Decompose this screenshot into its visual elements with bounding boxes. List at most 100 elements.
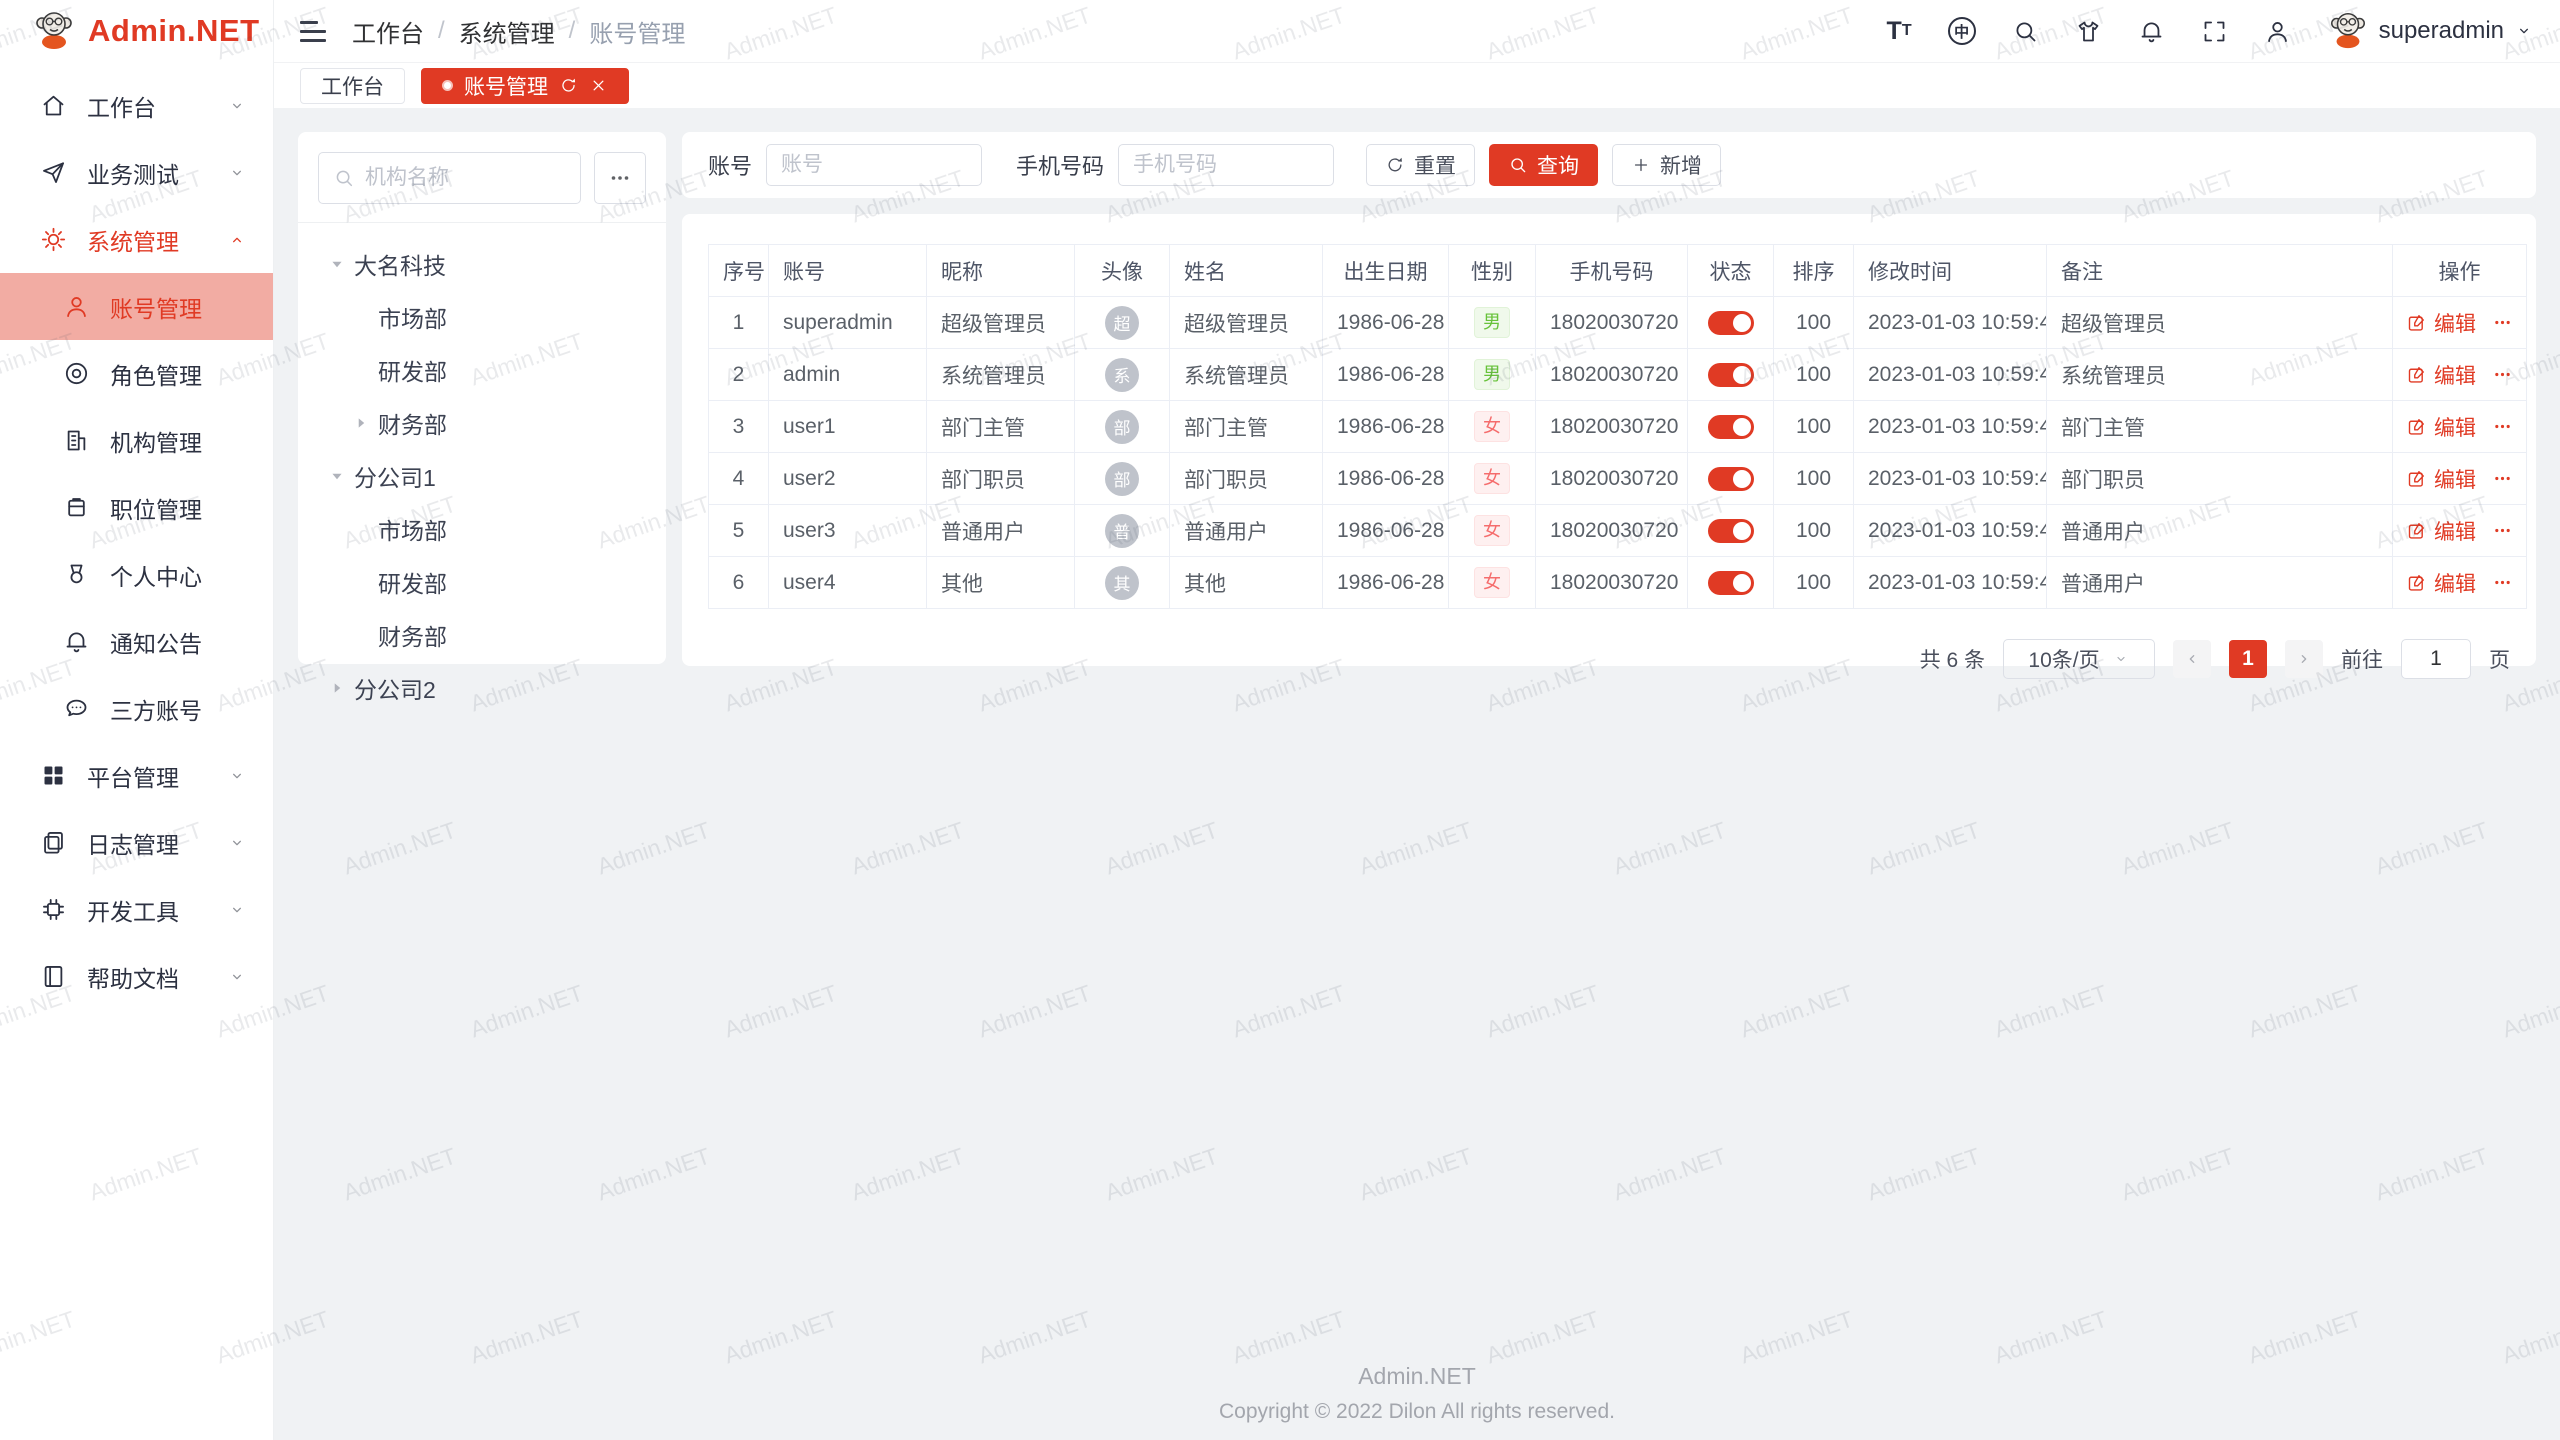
active-dot <box>442 80 453 91</box>
chip-icon <box>40 896 67 923</box>
phone-input[interactable] <box>1118 144 1334 186</box>
footer-title: Admin.NET <box>274 1363 2560 1390</box>
gear-icon <box>40 226 67 253</box>
collapse-menu-icon[interactable] <box>300 21 326 42</box>
tree-node-label: 研发部 <box>378 353 447 387</box>
breadcrumb: 工作台/系统管理/账号管理 <box>352 14 685 49</box>
prev-page-button[interactable] <box>2173 640 2211 678</box>
sidebar-item-dev-tools[interactable]: 开发工具 <box>0 876 273 943</box>
row-more-button[interactable] <box>2492 416 2513 437</box>
tree-node[interactable]: 市场部 <box>318 290 646 343</box>
status-toggle[interactable] <box>1708 571 1754 595</box>
table-row: 4user2部门职员部部门职员1986-06-28女18020030720100… <box>709 453 2527 505</box>
sidebar-item-label: 系统管理 <box>87 223 179 257</box>
edit-button[interactable]: 编辑 <box>2406 308 2476 338</box>
language-icon[interactable]: 中 <box>1948 17 1976 45</box>
tab-active[interactable]: 账号管理 <box>421 68 629 104</box>
cell-actions: 编辑 <box>2393 453 2527 505</box>
column-header: 操作 <box>2393 245 2527 297</box>
tree-more-button[interactable] <box>594 152 646 204</box>
tree-node-label: 市场部 <box>378 512 447 546</box>
sidebar-item-business-test[interactable]: 业务测试 <box>0 139 273 206</box>
profile-icon[interactable] <box>2264 18 2291 45</box>
row-more-button[interactable] <box>2492 468 2513 489</box>
caret-down-icon[interactable] <box>326 253 348 275</box>
goto-page-input[interactable] <box>2401 639 2471 679</box>
close-icon[interactable] <box>589 76 608 95</box>
account-label: 账号 <box>708 149 752 181</box>
user-menu[interactable]: superadmin <box>2327 8 2534 55</box>
edit-button[interactable]: 编辑 <box>2406 360 2476 390</box>
cell-account: superadmin <box>769 297 927 349</box>
search-icon <box>333 167 355 189</box>
tree-node[interactable]: 财务部 <box>318 396 646 449</box>
theme-icon[interactable] <box>2075 18 2102 45</box>
avatar: 部 <box>1105 410 1139 444</box>
cell-account: user4 <box>769 557 927 609</box>
org-search-input[interactable] <box>365 166 566 190</box>
sidebar-item-role-management[interactable]: 角色管理 <box>0 340 273 407</box>
caret-right-icon[interactable] <box>350 412 372 434</box>
status-toggle[interactable] <box>1708 363 1754 387</box>
font-size-icon[interactable]: TT <box>1887 19 1912 44</box>
tree-node[interactable]: 财务部 <box>318 608 646 661</box>
status-toggle[interactable] <box>1708 415 1754 439</box>
tree-node[interactable]: 市场部 <box>318 502 646 555</box>
breadcrumb-item[interactable]: 系统管理 <box>459 14 555 49</box>
sidebar-item-third-party-account[interactable]: 三方账号 <box>0 675 273 742</box>
fullscreen-icon[interactable] <box>2201 18 2228 45</box>
row-more-button[interactable] <box>2492 364 2513 385</box>
cell-gender: 女 <box>1449 453 1536 505</box>
sidebar-item-platform-management[interactable]: 平台管理 <box>0 742 273 809</box>
breadcrumb-item[interactable]: 工作台 <box>352 14 424 49</box>
edit-button[interactable]: 编辑 <box>2406 516 2476 546</box>
app-logo[interactable]: Admin.NET <box>0 0 273 62</box>
refresh-icon[interactable] <box>559 76 578 95</box>
row-more-button[interactable] <box>2492 520 2513 541</box>
tree-node[interactable]: 分公司1 <box>318 449 646 502</box>
tab-item[interactable]: 工作台 <box>300 68 405 104</box>
row-more-button[interactable] <box>2492 572 2513 593</box>
row-more-button[interactable] <box>2492 312 2513 333</box>
caret-down-icon[interactable] <box>326 465 348 487</box>
tree-node[interactable]: 分公司2 <box>318 661 646 714</box>
sidebar-item-account-management[interactable]: 账号管理 <box>0 273 273 340</box>
sidebar-item-personal-center[interactable]: 个人中心 <box>0 541 273 608</box>
search-icon[interactable] <box>2012 18 2039 45</box>
sidebar-item-workbench[interactable]: 工作台 <box>0 72 273 139</box>
sidebar-item-label: 平台管理 <box>87 759 179 793</box>
search-button[interactable]: 查询 <box>1489 144 1598 186</box>
cell-status <box>1688 349 1774 401</box>
status-toggle[interactable] <box>1708 467 1754 491</box>
status-toggle[interactable] <box>1708 311 1754 335</box>
edit-button[interactable]: 编辑 <box>2406 568 2476 598</box>
notification-icon[interactable] <box>2138 18 2165 45</box>
reset-button[interactable]: 重置 <box>1366 144 1475 186</box>
edit-button[interactable]: 编辑 <box>2406 412 2476 442</box>
cell-name: 部门主管 <box>1170 401 1323 453</box>
sidebar-item-notice-announcement[interactable]: 通知公告 <box>0 608 273 675</box>
edit-button[interactable]: 编辑 <box>2406 464 2476 494</box>
sidebar-item-help-docs[interactable]: 帮助文档 <box>0 943 273 1010</box>
account-input[interactable] <box>766 144 982 186</box>
send-icon <box>40 159 67 186</box>
status-toggle[interactable] <box>1708 519 1754 543</box>
caret-right-icon[interactable] <box>326 677 348 699</box>
sidebar-item-position-management[interactable]: 职位管理 <box>0 474 273 541</box>
avatar: 其 <box>1105 566 1139 600</box>
page-1-button[interactable]: 1 <box>2229 640 2267 678</box>
avatar: 系 <box>1105 358 1139 392</box>
next-page-button[interactable] <box>2285 640 2323 678</box>
pagination: 共 6 条 10条/页 1 前往 页 <box>708 639 2510 679</box>
log-icon <box>40 829 67 856</box>
add-button[interactable]: 新增 <box>1612 144 1721 186</box>
sidebar-item-system-management[interactable]: 系统管理 <box>0 206 273 273</box>
sidebar-item-log-management[interactable]: 日志管理 <box>0 809 273 876</box>
app-title: Admin.NET <box>88 13 260 49</box>
cell-seq: 2 <box>709 349 769 401</box>
tree-node[interactable]: 研发部 <box>318 555 646 608</box>
page-size-select[interactable]: 10条/页 <box>2003 639 2155 679</box>
sidebar-item-org-management[interactable]: 机构管理 <box>0 407 273 474</box>
tree-node[interactable]: 大名科技 <box>318 237 646 290</box>
tree-node[interactable]: 研发部 <box>318 343 646 396</box>
